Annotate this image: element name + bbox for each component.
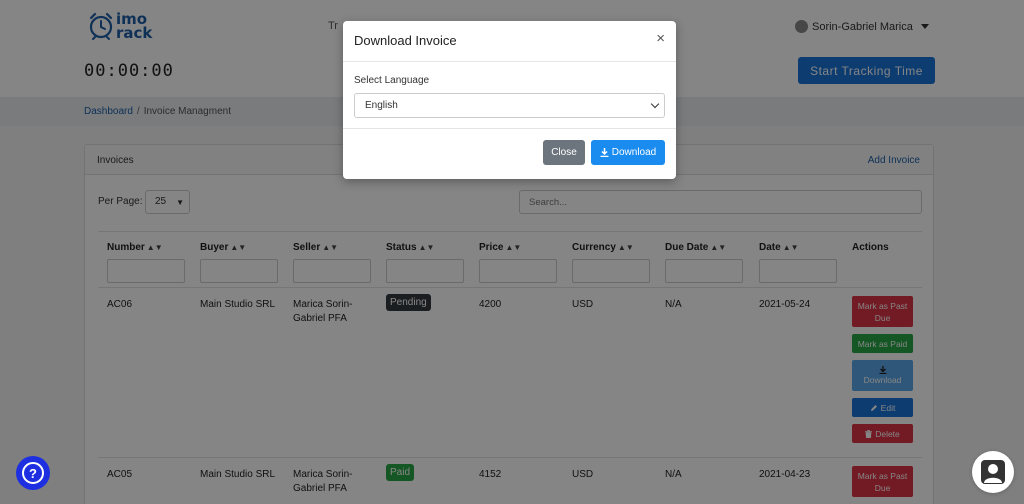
download-button[interactable]: Download bbox=[591, 140, 665, 165]
modal-title: Download Invoice bbox=[354, 33, 457, 48]
language-select[interactable]: English bbox=[354, 93, 665, 118]
chevron-down-icon bbox=[650, 99, 660, 109]
download-invoice-modal: Download Invoice × Select Language Engli… bbox=[343, 21, 676, 179]
language-label: Select Language bbox=[354, 75, 430, 86]
download-label: Download bbox=[611, 147, 657, 158]
modal-header: Download Invoice × bbox=[343, 21, 676, 62]
help-button[interactable]: ? bbox=[16, 456, 50, 490]
user-icon bbox=[981, 460, 1005, 484]
modal-footer: Close Download bbox=[343, 128, 676, 179]
chat-widget-button[interactable] bbox=[972, 451, 1014, 493]
download-icon bbox=[600, 148, 609, 157]
question-icon: ? bbox=[22, 462, 44, 484]
close-icon[interactable]: × bbox=[656, 31, 665, 46]
language-value: English bbox=[365, 100, 398, 111]
close-button[interactable]: Close bbox=[543, 140, 585, 165]
